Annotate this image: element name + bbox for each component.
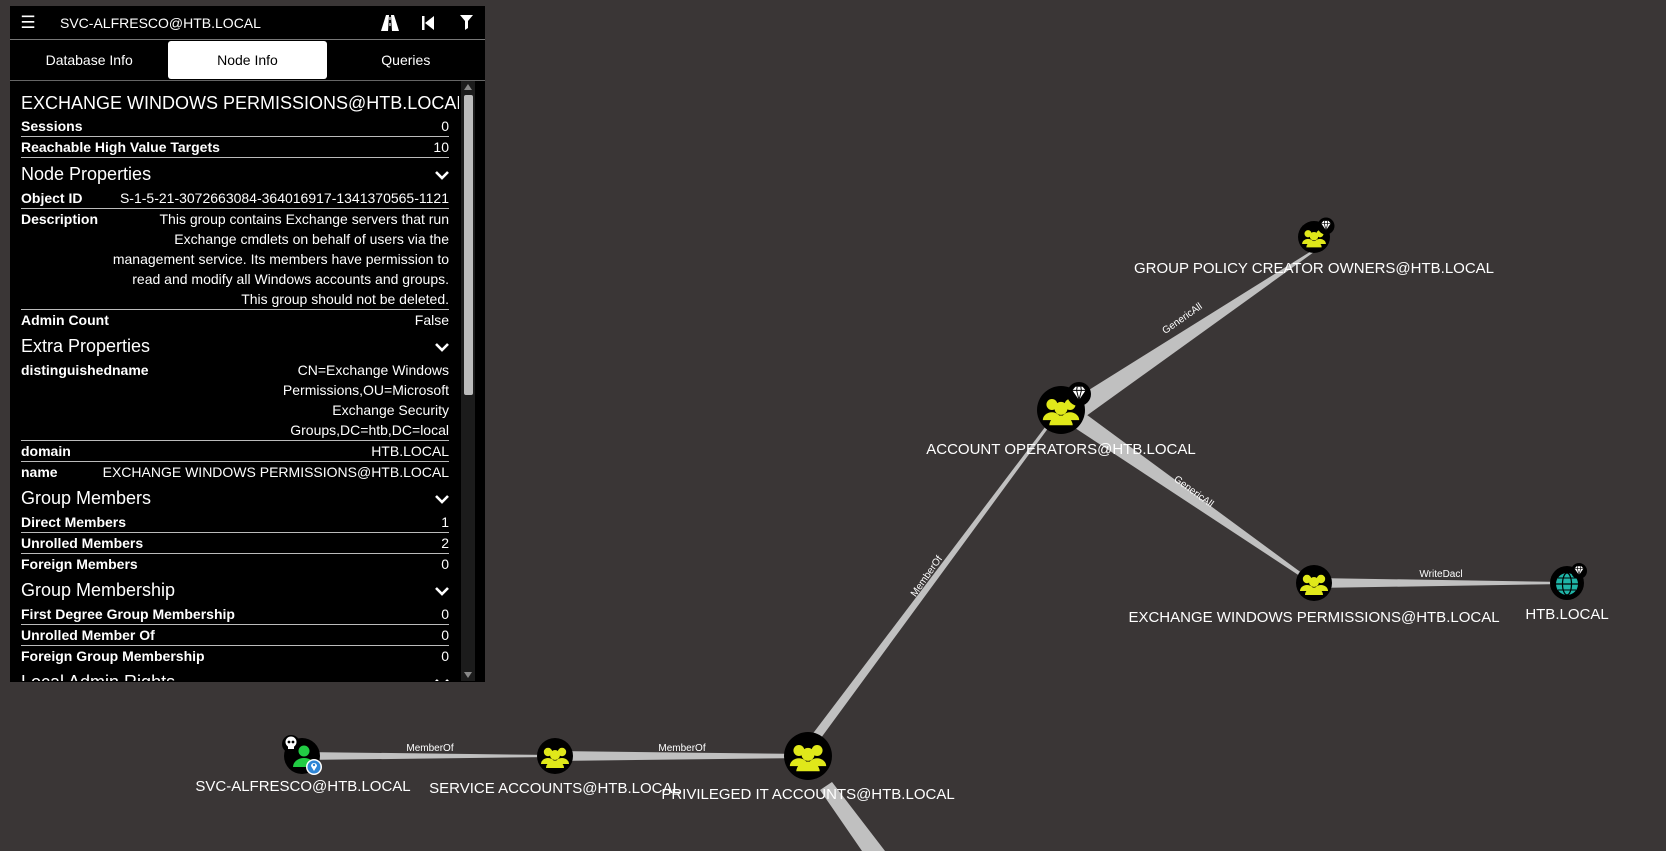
property-key: Direct Members — [21, 514, 127, 530]
property-key: Unrolled Member Of — [21, 627, 155, 643]
section-title: Group Membership — [21, 580, 176, 600]
property-row: domain HTB.LOCAL — [21, 441, 449, 462]
chevron-down-icon — [435, 342, 449, 352]
property-value: CN=Exchange Windows Permissions,OU=Micro… — [282, 362, 449, 438]
menu-hamburger-icon[interactable]: ☰ — [10, 13, 46, 33]
property-key: Unrolled Members — [21, 535, 144, 551]
chevron-down-icon — [435, 586, 449, 596]
node-svc-alfresco[interactable]: SVC-ALFRESCO@HTB.LOCAL — [195, 735, 411, 795]
property-value[interactable]: 2 — [441, 533, 449, 553]
property-row: Direct Members 1 — [21, 512, 449, 533]
node-label: ACCOUNT OPERATORS@HTB.LOCAL — [926, 441, 1195, 458]
chevron-down-icon — [435, 494, 449, 504]
property-value: 0 — [441, 118, 449, 134]
pathfinding-road-icon[interactable] — [371, 6, 409, 39]
section-header-group-members[interactable]: Group Members — [21, 488, 449, 509]
section-header-group-membership[interactable]: Group Membership — [21, 580, 449, 601]
side-panel: ☰ Database Info Node Info Queries EXCHAN… — [10, 6, 485, 682]
property-value: S-1-5-21-3072663084-364016917-1341370565… — [119, 190, 449, 206]
tab-queries[interactable]: Queries — [327, 40, 485, 80]
chevron-down-icon — [435, 170, 449, 180]
node-title: EXCHANGE WINDOWS PERMISSIONS@HTB.LOCAL — [21, 93, 459, 113]
node-label: HTB.LOCAL — [1525, 606, 1608, 623]
node-group-policy-creator-owners[interactable]: GROUP POLICY CREATOR OWNERS@HTB.LOCAL — [1134, 217, 1494, 278]
node-account-operators[interactable]: ACCOUNT OPERATORS@HTB.LOCAL — [926, 381, 1196, 458]
property-key: Description — [21, 211, 99, 227]
property-key: distinguishedname — [21, 362, 149, 378]
property-row: First Degree Group Membership 0 — [21, 604, 449, 625]
edge-label-writedacl: WriteDacl — [1419, 569, 1462, 580]
section-header-extra-properties[interactable]: Extra Properties — [21, 336, 449, 357]
tab-database-info[interactable]: Database Info — [10, 40, 168, 80]
chevron-down-icon — [435, 678, 449, 681]
panel-tabs: Database Info Node Info Queries — [10, 40, 485, 81]
section-title: Group Members — [21, 488, 152, 508]
node-label: GROUP POLICY CREATOR OWNERS@HTB.LOCAL — [1134, 260, 1494, 277]
node-label: SVC-ALFRESCO@HTB.LOCAL — [195, 778, 410, 795]
property-row: Foreign Group Membership 0 — [21, 646, 449, 666]
node-htb-local[interactable]: HTB.LOCAL — [1525, 562, 1609, 623]
property-key: Reachable High Value Targets — [21, 139, 220, 155]
property-row: Description This group contains Exchange … — [21, 209, 449, 310]
section-header-local-admin-rights[interactable]: Local Admin Rights — [21, 672, 449, 681]
property-key: Admin Count — [21, 312, 109, 328]
node-label: PRIVILEGED IT ACCOUNTS@HTB.LOCAL — [661, 786, 954, 803]
property-value[interactable]: 1 — [441, 512, 449, 532]
node-info-content[interactable]: EXCHANGE WINDOWS PERMISSIONS@HTB.LOCAL S… — [10, 81, 459, 681]
property-value: HTB.LOCAL — [371, 443, 449, 459]
property-value: 0 — [441, 556, 449, 572]
property-value[interactable]: 10 — [433, 137, 449, 157]
search-bar: ☰ — [10, 6, 485, 40]
node-label: SERVICE ACCOUNTS@HTB.LOCAL — [429, 780, 681, 797]
skull-icon — [282, 735, 300, 753]
property-row: Object ID S-1-5-21-3072663084-364016917-1… — [21, 188, 449, 209]
property-key: Foreign Group Membership — [21, 648, 205, 664]
location-pin-icon — [306, 759, 322, 775]
scroll-thumb[interactable] — [464, 95, 473, 395]
property-row: name EXCHANGE WINDOWS PERMISSIONS@HTB.LOC… — [21, 462, 449, 482]
property-value: 0 — [441, 606, 449, 622]
property-key: Foreign Members — [21, 556, 138, 572]
edge-label-memberof: MemberOf — [658, 743, 705, 754]
property-row: Reachable High Value Targets 10 — [21, 137, 449, 158]
edge-label-memberof: MemberOf — [406, 743, 453, 754]
scroll-up-icon[interactable] — [464, 84, 472, 90]
property-value: False — [414, 312, 449, 328]
property-row: Sessions 0 — [21, 116, 449, 137]
tab-node-info[interactable]: Node Info — [168, 41, 327, 79]
edge-privileged-to-account-operators[interactable]: MemberOf — [808, 410, 1060, 742]
property-row: Admin Count False — [21, 310, 449, 330]
edge-service-to-privileged[interactable]: MemberOf — [555, 743, 808, 761]
back-step-icon[interactable] — [409, 6, 447, 39]
edge-account-operators-to-exchange[interactable]: GenericAll — [1072, 412, 1314, 584]
edge-svc-to-service-accounts[interactable]: MemberOf — [302, 743, 555, 760]
property-row: Unrolled Members 2 — [21, 533, 449, 554]
edge-exchange-to-htb-local[interactable]: WriteDacl — [1314, 569, 1567, 588]
section-title: Extra Properties — [21, 336, 151, 356]
property-row: Unrolled Member Of 0 — [21, 625, 449, 646]
property-value: This group contains Exchange servers tha… — [112, 211, 449, 307]
property-key: First Degree Group Membership — [21, 606, 235, 622]
high-value-gem-icon — [1570, 562, 1588, 580]
node-service-accounts[interactable]: SERVICE ACCOUNTS@HTB.LOCAL — [429, 738, 681, 797]
property-value: 0 — [441, 627, 449, 643]
property-key: Object ID — [21, 190, 83, 206]
property-row: distinguishedname CN=Exchange Windows Per… — [21, 360, 449, 441]
section-title: Node Properties — [21, 164, 152, 184]
property-key: Sessions — [21, 118, 83, 134]
property-value: 0 — [441, 648, 449, 664]
scroll-down-icon[interactable] — [464, 672, 472, 678]
panel-scrollbar[interactable] — [461, 81, 475, 681]
property-row: Foreign Members 0 — [21, 554, 449, 574]
section-header-node-properties[interactable]: Node Properties — [21, 164, 449, 185]
property-value: EXCHANGE WINDOWS PERMISSIONS@HTB.LOCAL — [102, 464, 449, 480]
section-title: Local Admin Rights — [21, 672, 175, 681]
property-key: name — [21, 464, 58, 480]
search-input[interactable] — [46, 13, 371, 32]
node-label: EXCHANGE WINDOWS PERMISSIONS@HTB.LOCAL — [1128, 609, 1499, 626]
filter-icon[interactable] — [447, 6, 485, 39]
high-value-gem-icon — [1317, 217, 1335, 235]
high-value-gem-icon — [1066, 381, 1092, 407]
property-key: domain — [21, 443, 71, 459]
